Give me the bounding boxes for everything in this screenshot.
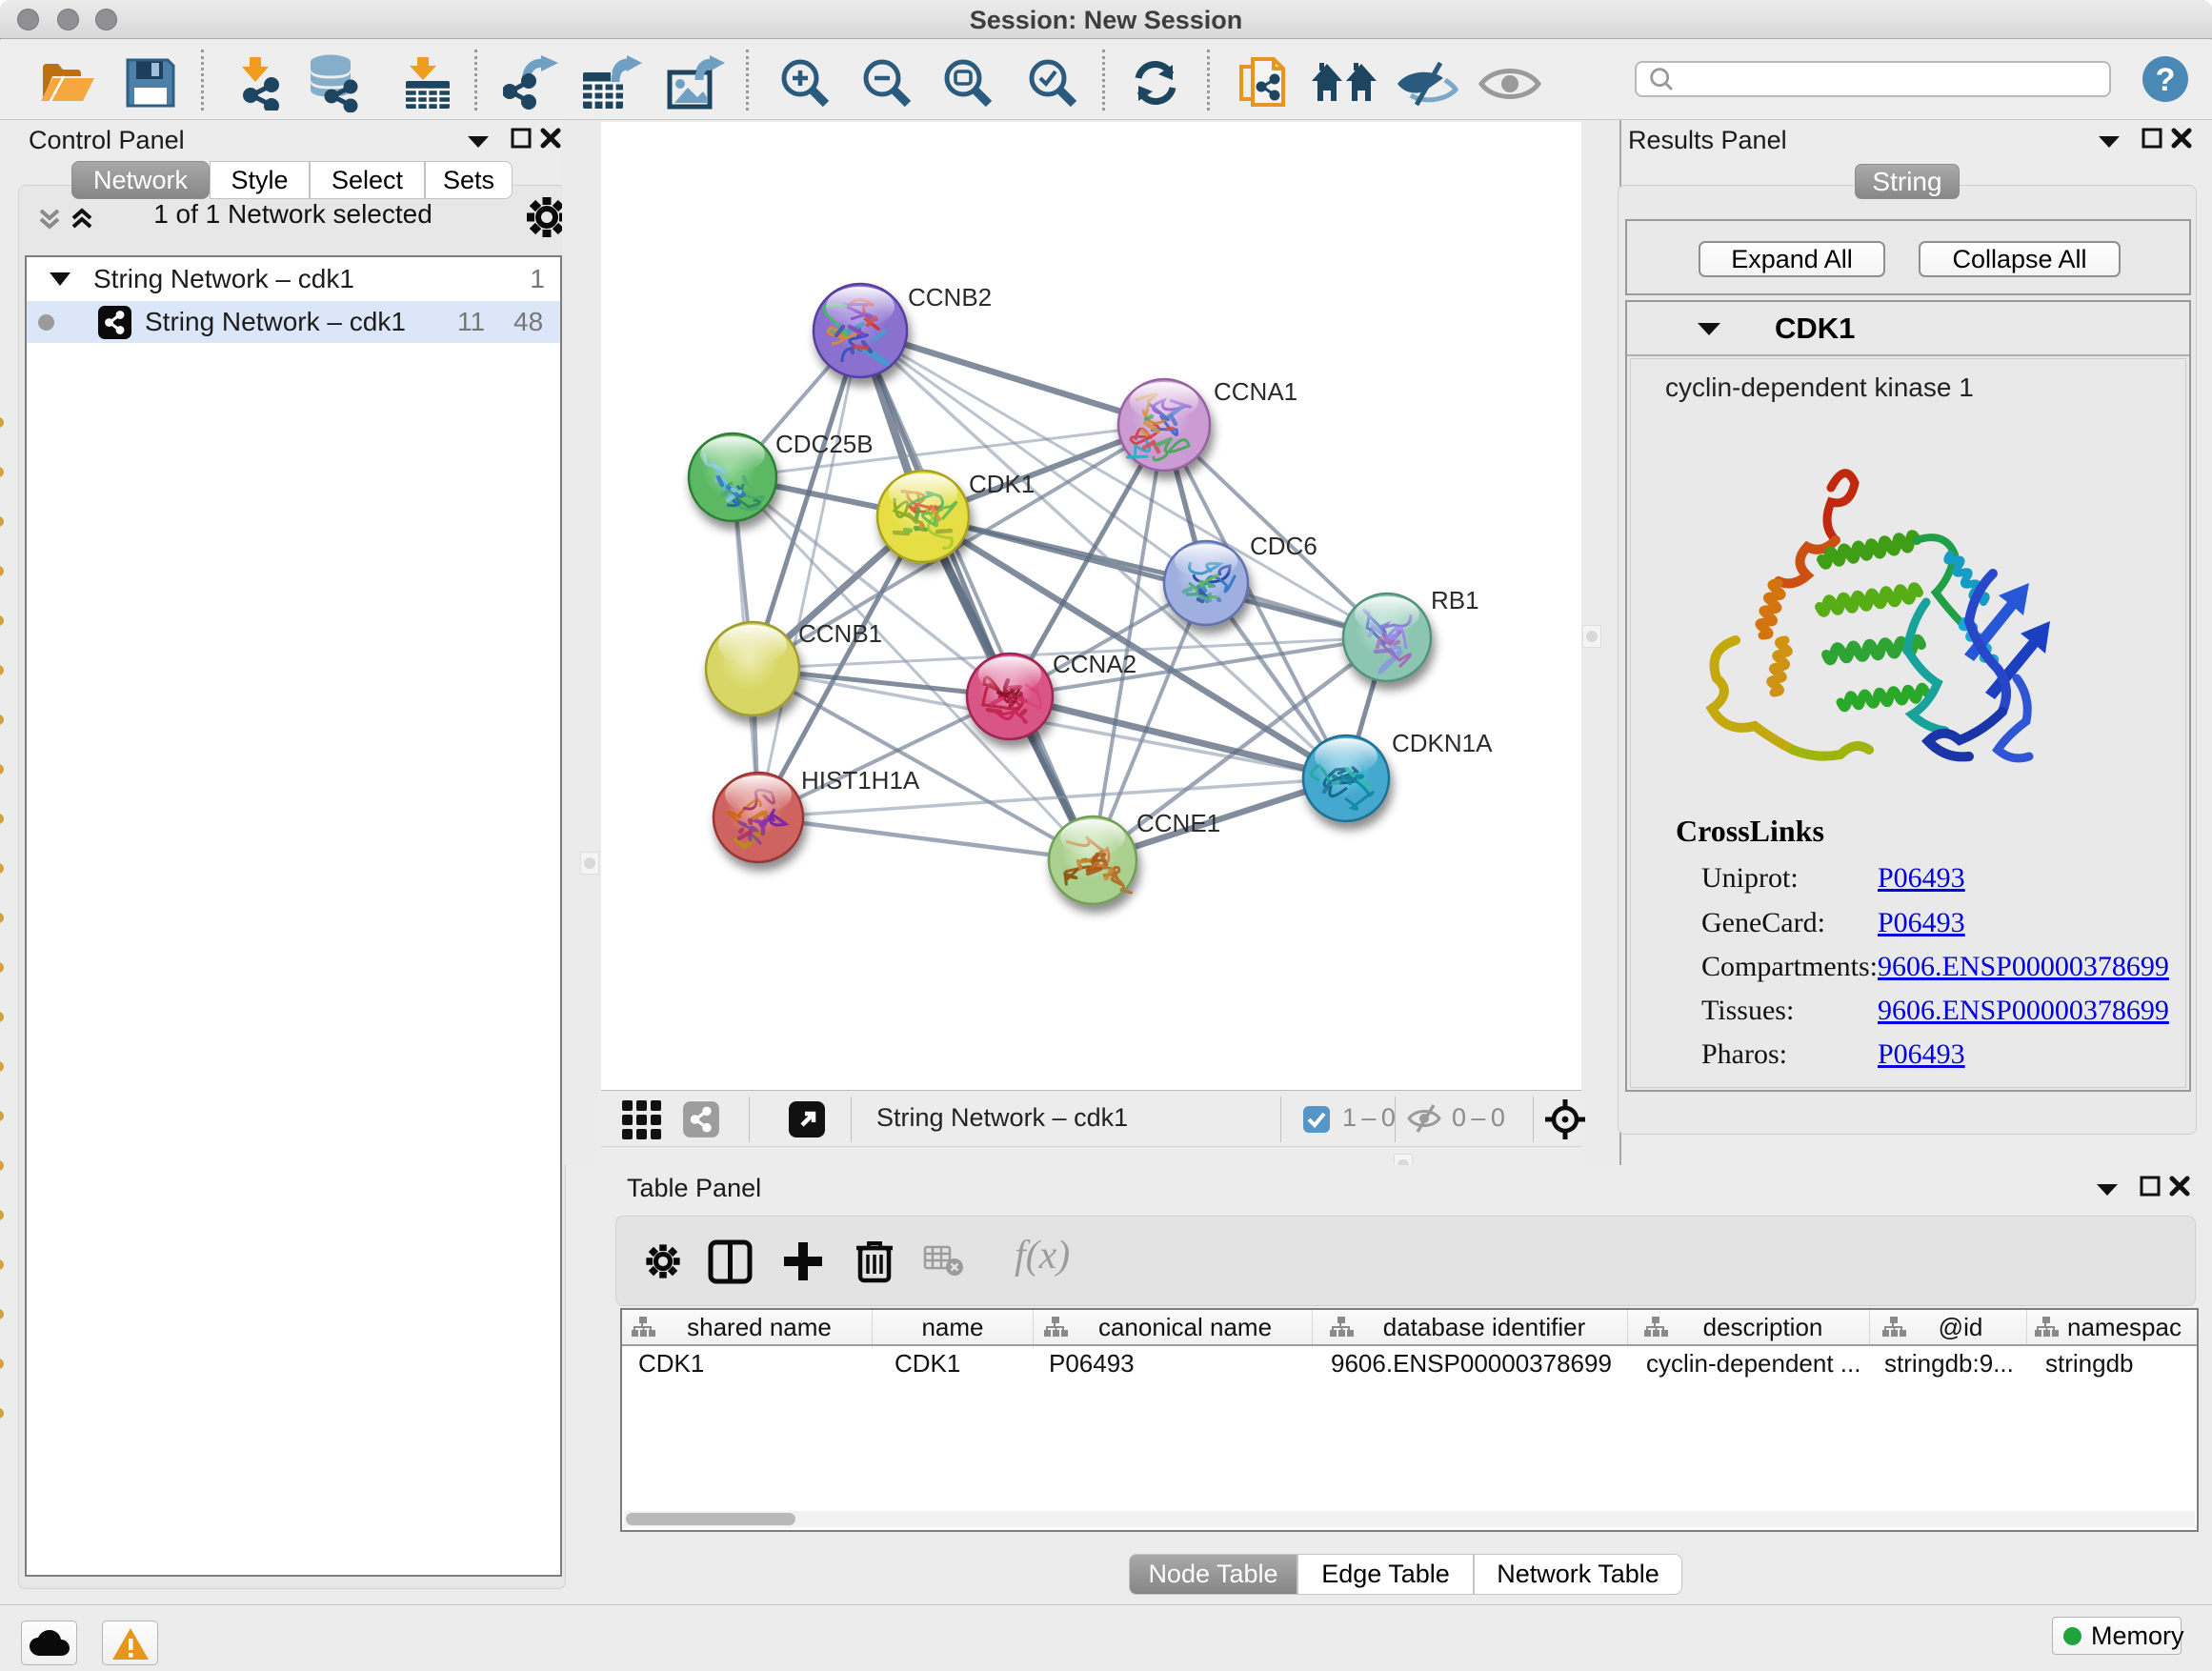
svg-text:CDK1: CDK1 — [969, 470, 1035, 498]
svg-text:CCNB1: CCNB1 — [798, 619, 882, 648]
svg-text:CDC6: CDC6 — [1250, 532, 1317, 560]
svg-text:CCNA2: CCNA2 — [1053, 650, 1136, 678]
svg-text:CDKN1A: CDKN1A — [1392, 729, 1493, 757]
svg-text:CCNB2: CCNB2 — [908, 283, 992, 312]
svg-text:HIST1H1A: HIST1H1A — [801, 766, 920, 795]
svg-text:?: ? — [2156, 62, 2176, 98]
svg-text:CDC25B: CDC25B — [775, 430, 874, 458]
svg-text:RB1: RB1 — [1431, 586, 1479, 614]
svg-text:CCNA1: CCNA1 — [1214, 377, 1297, 406]
svg-text:CCNE1: CCNE1 — [1136, 809, 1220, 837]
